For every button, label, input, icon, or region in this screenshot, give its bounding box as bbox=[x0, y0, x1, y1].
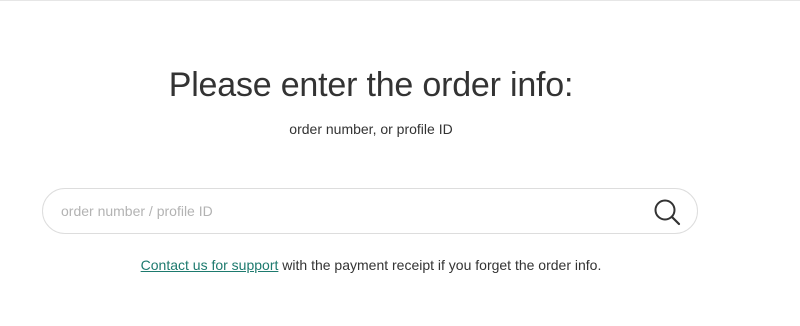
order-lookup-page: Please enter the order info: order numbe… bbox=[0, 0, 800, 326]
search-input[interactable] bbox=[61, 189, 621, 233]
search-icon bbox=[654, 199, 681, 226]
page-title: Please enter the order info: bbox=[168, 66, 574, 104]
search-box bbox=[42, 188, 698, 234]
support-message-text: with the payment receipt if you forget t… bbox=[278, 257, 602, 273]
support-message: Contact us for support with the payment … bbox=[0, 256, 742, 274]
contact-support-link[interactable]: Contact us for support bbox=[141, 257, 279, 273]
search-button[interactable] bbox=[653, 198, 681, 226]
page-subtitle: order number, or profile ID bbox=[289, 121, 453, 137]
